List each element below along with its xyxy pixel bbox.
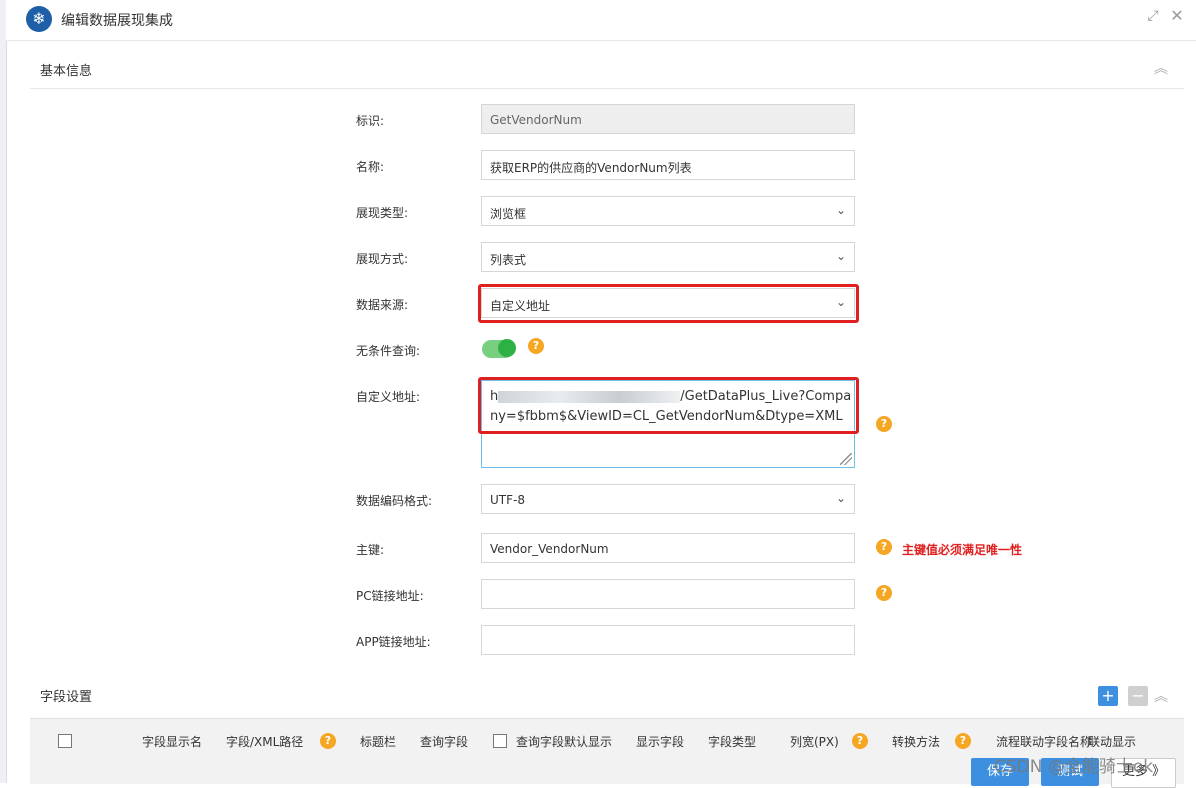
name-label: 名称: (356, 160, 385, 174)
row-name: 名称: 获取ERP的供应商的VendorNum列表 (0, 150, 1196, 182)
help-icon[interactable]: ? (852, 733, 868, 749)
pc-link-label: PC链接地址: (356, 589, 424, 603)
unconditional-query-label: 无条件查询: (356, 344, 421, 358)
chevron-down-icon: ⌄ (835, 203, 846, 217)
highlight-box-custom-url (478, 377, 859, 434)
col-width: 列宽(PX) (790, 735, 839, 749)
col-query-default: 查询字段默认显示 (516, 735, 613, 749)
id-field: GetVendorNum (481, 104, 855, 134)
col-title-bar: 标题栏 (360, 735, 397, 749)
col-linked-field-name: 流程联动字段名称 (996, 735, 1093, 749)
display-mode-select[interactable]: 列表式 ⌄ (481, 242, 855, 272)
primary-key-label: 主键: (356, 543, 385, 557)
col-xml-path: 字段/XML路径 (226, 735, 304, 749)
id-label: 标识: (356, 114, 385, 128)
chevron-down-icon: ⌄ (835, 491, 846, 505)
row-display-mode: 展现方式: 列表式 ⌄ (0, 242, 1196, 274)
help-icon[interactable]: ? (876, 539, 892, 555)
dialog-title: 编辑数据展现集成 (61, 13, 173, 29)
basic-info-label: 基本信息 (40, 64, 93, 79)
highlight-box-data-source (478, 284, 859, 323)
id-value: GetVendorNum (490, 113, 582, 127)
remove-icon[interactable]: − (1128, 686, 1148, 706)
name-value: 获取ERP的供应商的VendorNum列表 (490, 161, 692, 175)
field-settings-section-header: 字段设置 ︽ (30, 672, 1184, 716)
app-logo-icon: ❄ (26, 6, 52, 32)
unconditional-query-toggle[interactable] (482, 339, 516, 358)
field-settings-label: 字段设置 (40, 690, 93, 705)
display-mode-label: 展现方式: (356, 252, 409, 266)
toggle-knob (498, 339, 516, 357)
col-show-field: 显示字段 (636, 735, 685, 749)
chevron-down-icon: ⌄ (835, 249, 846, 263)
row-unconditional-query: 无条件查询: (0, 334, 1196, 366)
primary-key-warning: 主键值必须满足唯一性 (902, 543, 1023, 557)
row-app-link: APP链接地址: (0, 625, 1196, 657)
display-type-select[interactable]: 浏览框 ⌄ (481, 196, 855, 226)
primary-key-value: Vendor_VendorNum (490, 542, 609, 556)
col-display-name: 字段显示名 (142, 735, 203, 749)
col-convert-method: 转换方法 (892, 735, 941, 749)
row-id: 标识: GetVendorNum (0, 104, 1196, 136)
row-encoding: 数据编码格式: UTF-8 ⌄ (0, 484, 1196, 516)
help-icon[interactable]: ? (528, 338, 544, 354)
add-icon[interactable]: + (1098, 686, 1118, 706)
basic-info-section-header: 基本信息 ︽ (30, 44, 1184, 89)
collapse-icon[interactable]: ︽ (1154, 686, 1168, 706)
help-icon[interactable]: ? (876, 416, 892, 432)
help-icon[interactable]: ? (320, 733, 336, 749)
row-display-type: 展现类型: 浏览框 ⌄ (0, 196, 1196, 228)
row-pc-link: PC链接地址: (0, 579, 1196, 611)
select-all-checkbox[interactable] (58, 734, 72, 748)
col-linked-display: 联动显示 (1088, 735, 1137, 749)
maximize-icon[interactable]: ⤢ (1144, 8, 1162, 26)
encoding-value: UTF-8 (490, 493, 525, 507)
display-type-label: 展现类型: (356, 206, 409, 220)
collapse-icon[interactable]: ︽ (1154, 58, 1168, 78)
dialog-titlebar: ❄ 编辑数据展现集成 ⤢ ✕ (6, 0, 1196, 41)
col-field-type: 字段类型 (708, 735, 757, 749)
app-link-input[interactable] (481, 625, 855, 655)
encoding-label: 数据编码格式: (356, 494, 433, 508)
help-icon[interactable]: ? (876, 585, 892, 601)
pc-link-input[interactable] (481, 579, 855, 609)
display-mode-value: 列表式 (490, 253, 527, 267)
close-icon[interactable]: ✕ (1168, 6, 1186, 26)
app-link-label: APP链接地址: (356, 635, 431, 649)
watermark: CSDN @全能骑士ok (994, 757, 1154, 777)
col-query-field: 查询字段 (420, 735, 469, 749)
name-input[interactable]: 获取ERP的供应商的VendorNum列表 (481, 150, 855, 180)
display-type-value: 浏览框 (490, 207, 527, 221)
query-default-checkbox[interactable] (493, 734, 507, 748)
encoding-select[interactable]: UTF-8 ⌄ (481, 484, 855, 514)
custom-url-label: 自定义地址: (356, 390, 421, 404)
data-source-label: 数据来源: (356, 298, 409, 312)
help-icon[interactable]: ? (955, 733, 971, 749)
primary-key-input[interactable]: Vendor_VendorNum (481, 533, 855, 563)
resize-grip-icon[interactable] (840, 453, 852, 465)
